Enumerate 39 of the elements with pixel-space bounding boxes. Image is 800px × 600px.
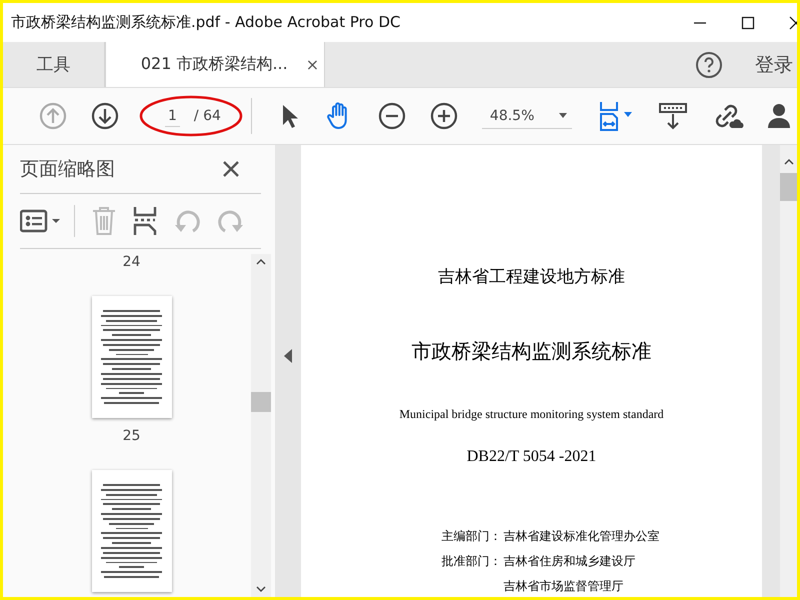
document-heading: 吉林省工程建设地方标准 (438, 266, 625, 288)
page-thumbnail[interactable] (92, 296, 172, 418)
meta-value: 吉林省市场监督管理厅 (504, 578, 624, 595)
caret-icon (558, 112, 568, 118)
fit-page-icon[interactable] (598, 100, 634, 132)
next-page-icon[interactable] (91, 102, 119, 130)
scrollbar-thumb[interactable] (780, 173, 797, 201)
zoom-dropdown[interactable]: 48.5% (482, 104, 572, 128)
document-tab[interactable]: 021 市政桥梁结构... × (105, 42, 325, 87)
close-icon[interactable] (223, 161, 239, 177)
panel-title: 页面缩略图 (20, 157, 115, 182)
meta-label: 批准部门： (442, 553, 502, 570)
page-count: / 64 (194, 108, 221, 124)
page-thumbnail[interactable] (92, 470, 172, 592)
page-number: 25 (122, 428, 140, 444)
insert-page-icon[interactable] (133, 206, 157, 236)
page-number-field[interactable]: 1 (165, 106, 180, 126)
help-icon[interactable] (695, 50, 723, 78)
collapse-arrow-icon[interactable] (284, 349, 292, 363)
download-icon[interactable] (658, 101, 688, 131)
document-code: DB22/T 5054 -2021 (466, 448, 596, 466)
maximize-icon[interactable] (741, 16, 755, 30)
scrollbar-thumb[interactable] (251, 392, 271, 412)
document-title: 市政桥梁结构监测系统标准 (412, 340, 652, 365)
meta-label: 主编部门： (442, 528, 502, 545)
scroll-up-icon[interactable] (784, 159, 794, 165)
document-english: Municipal bridge structure monitoring system standard (399, 407, 664, 422)
meta-value: 吉林省建设标准化管理办公室 (504, 528, 660, 545)
meta-value: 吉林省住房和城乡建设厅 (504, 553, 636, 570)
scroll-up-icon[interactable] (256, 259, 266, 265)
tab-close-button[interactable]: × (306, 55, 320, 74)
options-icon[interactable] (20, 208, 62, 234)
user-icon[interactable] (768, 101, 790, 131)
window-title: 市政桥梁结构监测系统标准.pdf - Adobe Acrobat Pro DC (11, 13, 400, 32)
page-number: 24 (122, 254, 140, 270)
sign-in-link[interactable]: 登录 (755, 52, 793, 78)
zoom-in-icon[interactable] (430, 102, 458, 130)
zoom-out-icon[interactable] (378, 102, 406, 130)
scroll-down-icon[interactable] (256, 586, 266, 592)
